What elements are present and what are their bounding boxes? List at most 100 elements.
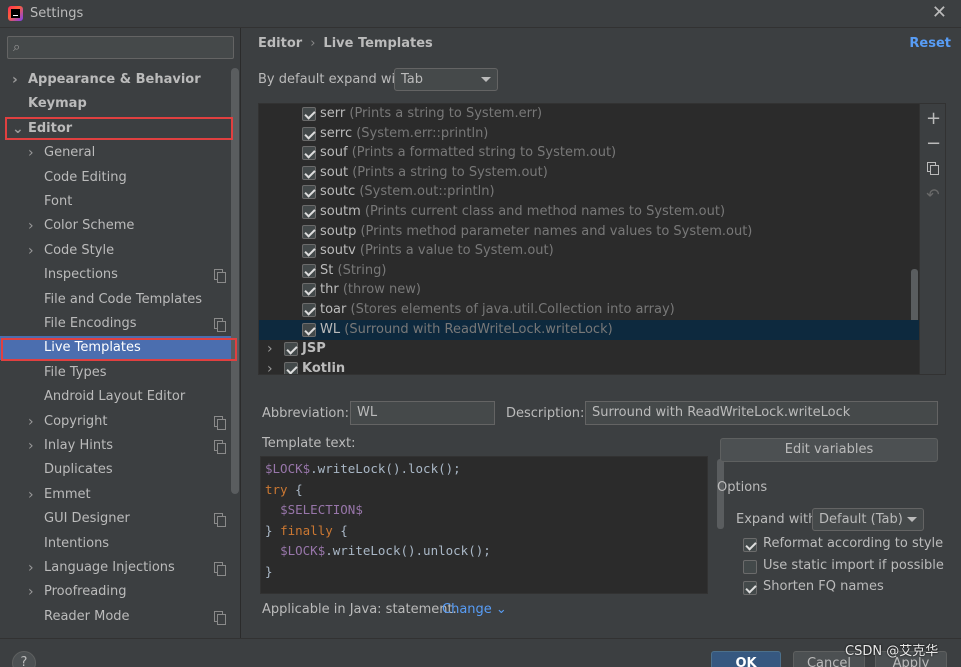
chevron-right-icon[interactable]: › [28,410,34,434]
chevron-right-icon[interactable]: › [28,434,34,458]
sidebar-item[interactable]: Intentions [0,532,232,556]
template-row[interactable]: soutm (Prints current class and method n… [259,202,919,222]
template-checkbox[interactable] [302,283,316,298]
sidebar-item[interactable]: › Inlay Hints [0,434,232,458]
sidebar-item[interactable]: File Types [0,361,232,385]
sidebar-item[interactable]: › Color Scheme [0,214,232,238]
chevron-right-icon[interactable]: › [28,141,34,165]
sidebar-item[interactable]: › Language Injections [0,556,232,580]
sidebar-item[interactable]: Font [0,190,232,214]
option-label[interactable]: Shorten FQ names [763,579,884,594]
template-text-editor[interactable]: $LOCK$.writeLock().lock(); try { $SELECTI… [260,456,724,594]
sidebar-item[interactable]: File and Code Templates [0,288,232,312]
code-text: .writeLock().lock(); [310,461,461,476]
code-line: $LOCK$.writeLock().lock(); [265,459,703,480]
template-checkbox[interactable] [302,165,316,180]
add-icon[interactable]: + [926,110,941,128]
template-checkbox[interactable] [302,107,316,121]
chevron-right-icon[interactable]: › [28,214,34,238]
option-checkbox[interactable] [743,559,757,574]
sidebar-item[interactable]: Inspections [0,263,232,287]
template-checkbox[interactable] [302,224,316,239]
template-description: (System.out::println) [359,184,495,200]
chevron-right-icon[interactable]: › [28,556,34,580]
template-description: (Prints a string to System.out) [352,164,548,180]
template-row[interactable]: soutc (System.out::println) [259,182,919,202]
template-abbreviation: serr [320,106,346,121]
template-checkbox[interactable] [302,205,316,219]
option-label[interactable]: Reformat according to style [763,536,943,551]
sidebar-item[interactable]: Code Editing [0,166,232,190]
option-label[interactable]: Use static import if possible [763,558,944,573]
sidebar-item[interactable]: › Emmet [0,483,232,507]
template-row[interactable]: toar (Stores elements of java.util.Colle… [259,300,919,320]
template-row[interactable]: WL (Surround with ReadWriteLock.writeLoc… [259,319,919,340]
sidebar-item[interactable]: › Proofreading [0,580,232,604]
options-title: Options [717,480,768,495]
templates-list[interactable]: serr (Prints a string to System.err) serr… [258,103,920,375]
restore-icon[interactable]: ↶ [926,187,940,203]
template-group-row[interactable]: › JSP [259,339,919,359]
template-row[interactable]: serr (Prints a string to System.err) [259,104,919,124]
template-checkbox[interactable] [302,263,316,278]
chevron-right-icon[interactable]: › [267,359,273,374]
template-row[interactable]: thr (throw new) [259,280,919,300]
close-icon[interactable]: ✕ [932,4,947,22]
remove-icon[interactable]: − [926,135,941,153]
sidebar-item[interactable]: › General [0,141,232,165]
chevron-right-icon[interactable]: › [28,239,34,263]
sidebar-item[interactable]: › Appearance & Behavior [0,68,232,92]
option-checkbox[interactable] [743,581,757,595]
template-checkbox[interactable] [302,244,316,259]
group-checkbox[interactable] [284,361,298,374]
sidebar-item[interactable]: › Copyright [0,410,232,434]
copy-icon[interactable] [926,162,940,177]
chevron-right-icon[interactable]: › [267,339,273,359]
sidebar-item-label: GUI Designer [44,511,130,527]
template-description: (throw new) [342,282,421,298]
ok-button[interactable]: OK [711,651,781,667]
chevron-right-icon[interactable]: › [28,580,34,604]
edit-variables-button[interactable]: Edit variables [720,438,938,462]
abbreviation-field[interactable]: WL [350,401,495,425]
search-input[interactable]: ⌕ [7,36,234,59]
template-checkbox[interactable] [302,303,316,317]
template-checkbox[interactable] [302,322,316,337]
keyword: try [265,481,288,497]
template-variable: $SELECTION$ [280,502,363,517]
template-checkbox[interactable] [302,185,316,200]
template-row[interactable]: serrc (System.err::println) [259,124,919,144]
change-context-link[interactable]: Change ⌄ [442,602,507,617]
sidebar-item-label: Inlay Hints [44,438,113,453]
sidebar-item[interactable]: › Code Style [0,239,232,263]
chevron-right-icon[interactable]: › [12,68,18,92]
template-text-label: Template text: [262,436,356,451]
template-row[interactable]: soutp (Prints method parameter names and… [259,222,919,242]
template-row[interactable]: souf (Prints a formatted string to Syste… [259,143,919,163]
breadcrumb-parent[interactable]: Editor [258,36,302,51]
sidebar-item[interactable]: File Encodings [0,312,232,336]
sidebar-item-label: Proofreading [44,584,127,600]
template-abbreviation: WL [320,321,341,337]
template-checkbox[interactable] [302,126,316,141]
template-group-row[interactable]: › Kotlin [259,359,919,374]
chevron-right-icon[interactable]: › [28,483,34,507]
template-row[interactable]: soutv (Prints a value to System.out) [259,241,919,261]
sidebar-item[interactable]: Reader Mode [0,605,232,629]
sidebar-item[interactable]: Android Layout Editor [0,385,232,409]
group-checkbox[interactable] [284,342,298,356]
template-name: toar (Stores elements of java.util.Colle… [320,300,675,320]
expand-dropdown[interactable]: Tab [394,68,498,91]
template-row[interactable]: St (String) [259,261,919,281]
template-row[interactable]: sout (Prints a string to System.out) [259,163,919,183]
help-icon[interactable]: ? [12,651,36,667]
sidebar-item[interactable]: Keymap [0,92,232,116]
expand-with-dropdown[interactable]: Default (Tab) [812,508,924,531]
option-checkbox[interactable] [743,538,757,552]
sidebar-item[interactable]: GUI Designer [0,507,232,531]
description-field[interactable]: Surround with ReadWriteLock.writeLock [585,401,938,425]
sidebar-item[interactable]: Duplicates [0,458,232,482]
reset-link[interactable]: Reset [909,36,951,51]
template-checkbox[interactable] [302,146,316,161]
